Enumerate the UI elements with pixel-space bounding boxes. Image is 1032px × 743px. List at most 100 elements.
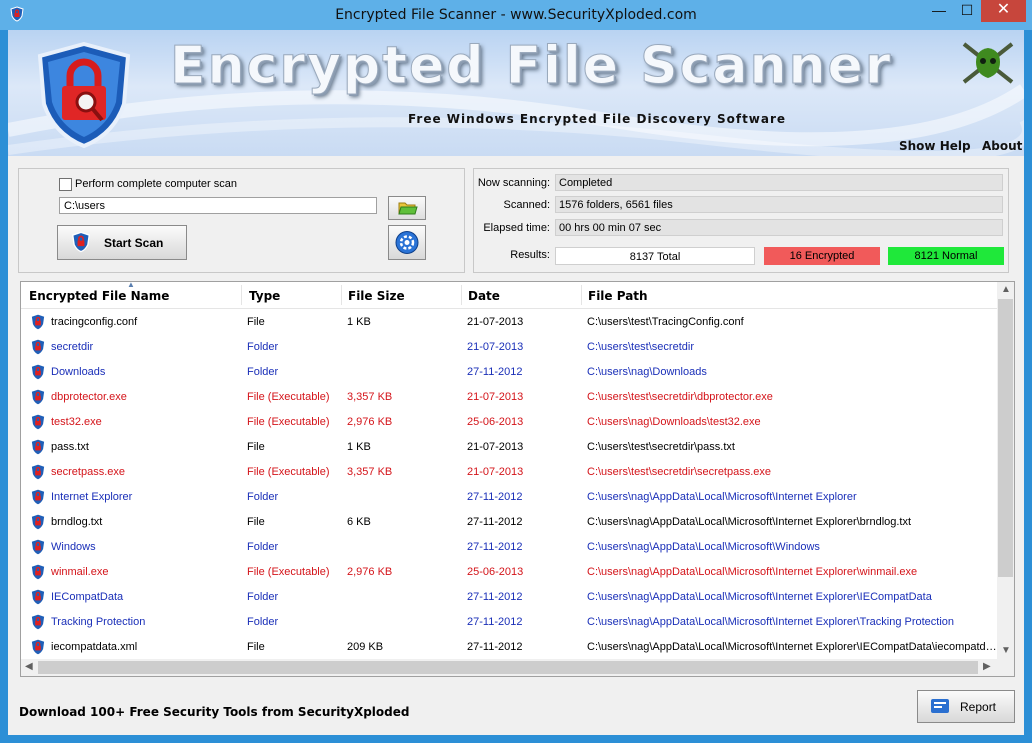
row-path: C:\users\nag\Downloads [587,366,707,378]
row-type: File [247,316,265,328]
shield-lock-icon [29,438,47,459]
col-header-size[interactable]: File Size [348,289,405,303]
row-path: C:\users\nag\AppData\Local\Microsoft\Int… [587,566,918,578]
about-link[interactable]: About [982,139,1022,153]
row-type: Folder [247,491,279,503]
row-path: C:\users\nag\AppData\Local\Microsoft\Win… [587,541,820,553]
row-date: 21-07-2013 [467,341,524,353]
folder-icon [398,202,418,215]
sort-ascending-icon: ▲ [127,281,135,289]
table-row[interactable]: Tracking Protection Folder 27-11-2012 C:\us… [21,610,997,635]
table-row[interactable]: winmail.exe File (Executable) 2,976 KB 25-0… [21,560,997,585]
browse-folder-button[interactable] [388,196,426,220]
shield-lock-icon [29,363,47,384]
col-header-path[interactable]: File Path [588,289,648,303]
column-divider[interactable] [241,285,242,305]
table-row[interactable]: tracingconfig.conf File 1 KB 21-07-2013 C:\u… [21,310,997,335]
now-scanning-value: Completed [555,174,1003,191]
report-button[interactable]: Report [917,690,1015,723]
table-row[interactable]: pass.txt File 1 KB 21-07-2013 C:\users\test\… [21,435,997,460]
row-date: 27-11-2012 [467,366,523,378]
gear-icon [395,231,419,254]
row-name: secretdir [51,341,94,353]
shield-lock-icon [29,538,47,559]
results-label: Results: [510,249,550,261]
table-row[interactable]: IECompatData Folder 27-11-2012 C:\users\nag… [21,585,997,610]
row-type: File [247,641,265,653]
table-row[interactable]: test32.exe File (Executable) 2,976 KB 25-06… [21,410,997,435]
row-type: File (Executable) [247,391,330,403]
row-name: secretpass.exe [51,466,125,478]
maximize-button[interactable]: ☐ [953,0,981,22]
table-row[interactable]: dbprotector.exe File (Executable) 3,357 KB… [21,385,997,410]
row-date: 21-07-2013 [467,441,524,453]
table-row[interactable]: brndlog.txt File 6 KB 27-11-2012 C:\users\na… [21,510,997,535]
scanned-label: Scanned: [503,199,550,211]
elapsed-time-value: 00 hrs 00 min 07 sec [555,219,1003,236]
row-type: File (Executable) [247,416,330,428]
show-help-link[interactable]: Show Help [899,139,971,153]
shield-lock-logo-icon [37,42,131,148]
start-scan-button[interactable]: Start Scan [57,225,187,260]
elapsed-time-label: Elapsed time: [483,222,550,234]
scan-path-input[interactable]: C:\users [59,197,377,214]
col-header-name[interactable]: Encrypted File Name [29,289,169,303]
scrollbar-corner [997,659,1014,676]
table-row[interactable]: secretdir Folder 21-07-2013 C:\users\test\s… [21,335,997,360]
report-label: Report [960,700,997,714]
now-scanning-label: Now scanning: [477,177,550,189]
table-row[interactable]: Windows Folder 27-11-2012 C:\users\nag\AppD… [21,535,997,560]
scroll-up-icon[interactable]: ▲ [1001,284,1011,295]
scanned-value: 1576 folders, 6561 files [555,196,1003,213]
settings-button[interactable] [388,225,426,260]
complete-scan-checkbox[interactable] [59,178,72,191]
row-date: 27-11-2012 [467,491,523,503]
horizontal-scrollbar[interactable]: ◀ ▶ [21,659,997,676]
row-size: 2,976 KB [347,566,393,578]
row-type: File (Executable) [247,566,330,578]
table-row[interactable]: Downloads Folder 27-11-2012 C:\users\nag\Do… [21,360,997,385]
client-area: Encrypted File Scanner Free Windows Encr… [8,30,1024,735]
scroll-left-icon[interactable]: ◀ [25,661,33,672]
results-list[interactable]: ▲ Encrypted File Name Type File Size Dat… [20,281,1015,677]
results-total: 8137 Total [555,247,755,265]
horizontal-scroll-thumb[interactable] [38,661,978,674]
col-header-type[interactable]: Type [249,289,280,303]
row-date: 25-06-2013 [467,416,524,428]
row-name: pass.txt [51,441,89,453]
column-divider[interactable] [581,285,582,305]
row-path: C:\users\nag\AppData\Local\Microsoft\Int… [587,616,955,628]
close-button[interactable]: ✕ [981,0,1026,22]
column-divider[interactable] [341,285,342,305]
row-size: 3,357 KB [347,466,393,478]
row-name: tracingconfig.conf [51,316,138,328]
title-bar[interactable]: Encrypted File Scanner - www.SecurityXpl… [0,0,1032,30]
row-path: C:\users\test\secretdir\secretpass.exe [587,466,772,478]
vertical-scroll-thumb[interactable] [998,299,1013,577]
vertical-scrollbar[interactable]: ▲ ▼ [997,282,1014,659]
minimize-button[interactable]: — [925,0,953,22]
scroll-down-icon[interactable]: ▼ [1001,645,1011,656]
pirate-swords-icon [962,42,1014,84]
banner-title: Encrypted File Scanner [169,36,893,97]
row-name: Internet Explorer [51,491,133,503]
table-row[interactable]: iecompatdata.xml File 209 KB 27-11-2012 C:\u… [21,635,997,660]
col-header-date[interactable]: Date [468,289,500,303]
row-path: C:\users\nag\AppData\Local\Microsoft\Int… [587,491,857,503]
table-row[interactable]: Internet Explorer Folder 27-11-2012 C:\user… [21,485,997,510]
shield-lock-icon [29,388,47,409]
row-size: 3,357 KB [347,391,393,403]
shield-lock-icon [29,588,47,609]
shield-lock-icon [29,513,47,534]
shield-lock-icon [29,613,47,634]
row-path: C:\users\test\secretdir\dbprotector.exe [587,391,773,403]
column-divider[interactable] [461,285,462,305]
row-name: Windows [51,541,96,553]
table-row[interactable]: secretpass.exe File (Executable) 3,357 KB 2… [21,460,997,485]
scroll-right-icon[interactable]: ▶ [983,661,991,672]
row-name: winmail.exe [51,566,109,578]
row-name: Tracking Protection [51,616,146,628]
shield-lock-icon [29,563,47,584]
row-path: C:\users\nag\AppData\Local\Microsoft\Int… [587,516,912,528]
row-type: File [247,516,265,528]
